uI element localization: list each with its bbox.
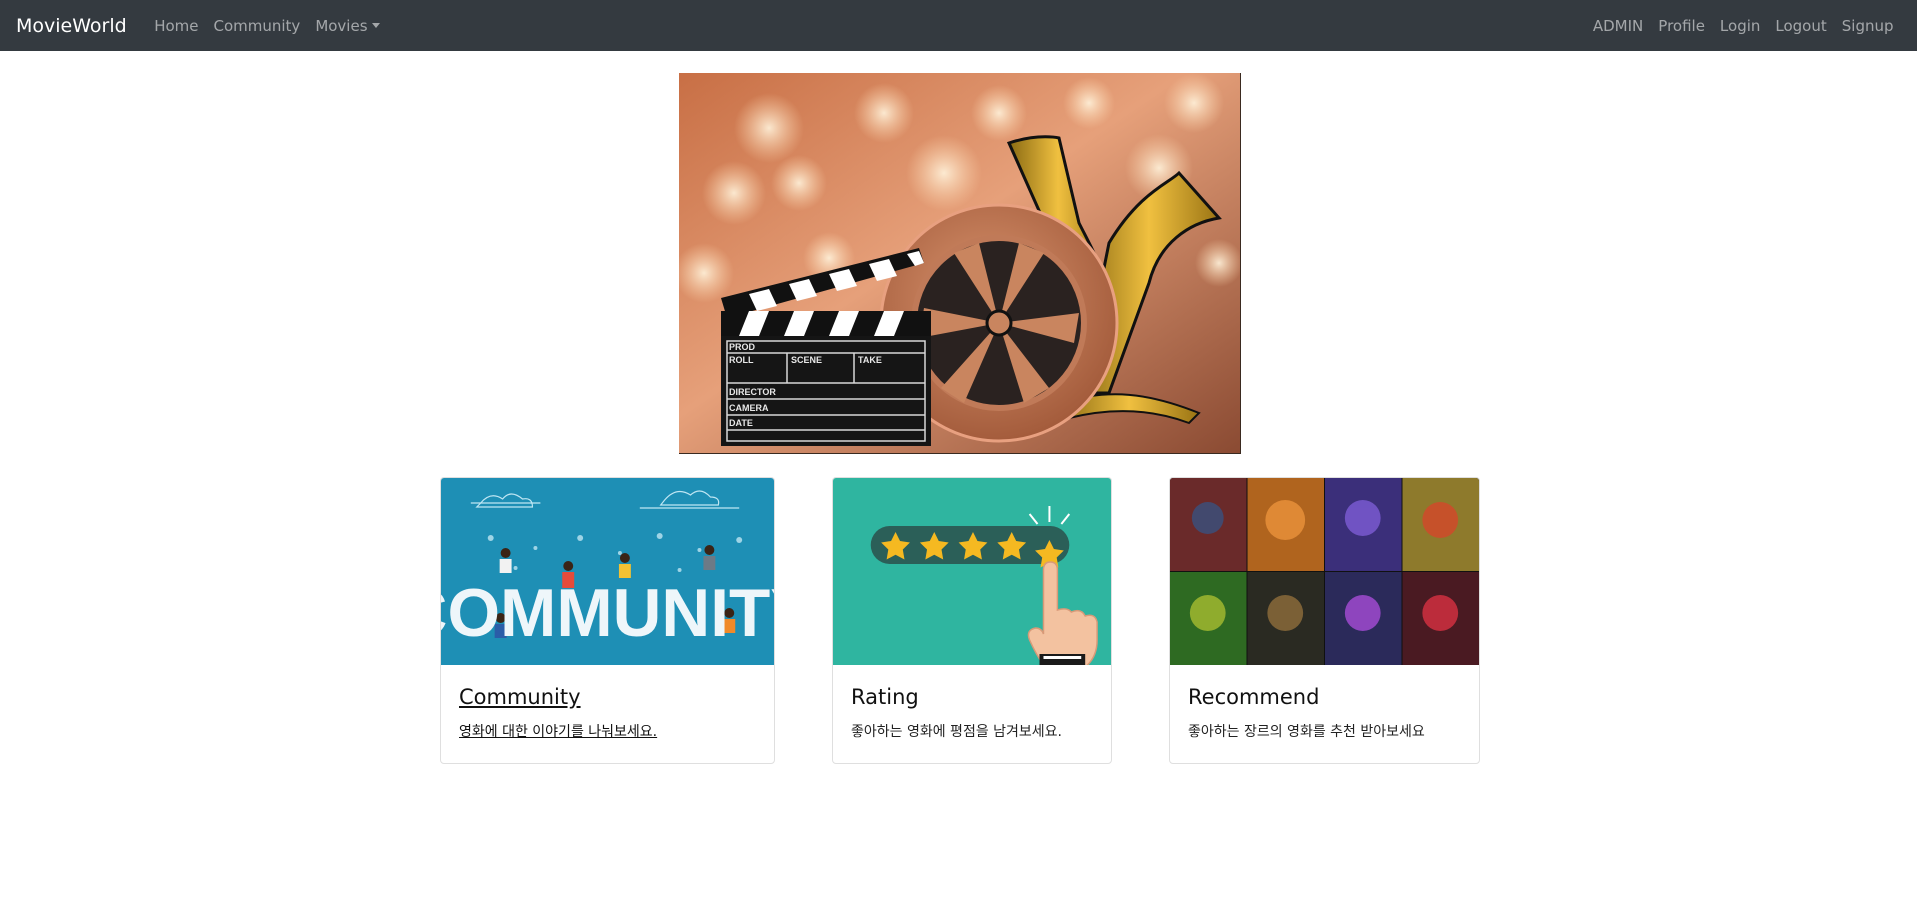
nav-right: ADMIN Profile Login Logout Signup: [1585, 17, 1901, 35]
rating-text: 좋아하는 영화에 평점을 남겨보세요.: [851, 724, 1062, 740]
card-recommend-body: Recommend 좋아하는 장르의 영화를 추천 받아보세요: [1170, 665, 1479, 761]
nav-signup-link[interactable]: Signup: [1834, 17, 1901, 35]
nav-left: Home Community Movies: [147, 17, 387, 35]
nav-logout-link[interactable]: Logout: [1768, 17, 1834, 35]
recommend-poster-grid: [1170, 478, 1479, 665]
slate-camera: CAMERA: [729, 403, 769, 413]
rating-title: Rating: [851, 685, 919, 709]
community-text-link[interactable]: 영화에 대한 이야기를 나눠보세요.: [459, 724, 657, 740]
card-community-body: Community 영화에 대한 이야기를 나눠보세요.: [441, 665, 774, 761]
community-image-text: COMMUNITY: [441, 576, 774, 651]
film-reel-illustration: PROD ROLL SCENE TAKE DIRECTOR CAMERA DAT…: [679, 73, 1240, 453]
community-image: COMMUNITY: [441, 478, 774, 665]
recommend-title: Recommend: [1188, 685, 1320, 709]
slate-date: DATE: [729, 418, 753, 428]
card-recommend: Recommend 좋아하는 장르의 영화를 추천 받아보세요: [1169, 477, 1480, 764]
recommend-text: 좋아하는 장르의 영화를 추천 받아보세요: [1188, 724, 1425, 740]
nav-home-link[interactable]: Home: [147, 17, 206, 35]
nav-movies-dropdown[interactable]: Movies: [308, 17, 387, 35]
slate-scene: SCENE: [791, 355, 822, 365]
nav-admin-link[interactable]: ADMIN: [1585, 17, 1650, 35]
caret-down-icon: [371, 22, 380, 28]
slate-roll: ROLL: [729, 355, 754, 365]
card-rating-body: Rating 좋아하는 영화에 평점을 남겨보세요.: [833, 665, 1111, 761]
card-rating: Rating 좋아하는 영화에 평점을 남겨보세요.: [832, 477, 1112, 764]
rating-image: [833, 478, 1111, 665]
nav-movies-label: Movies: [315, 16, 368, 35]
slate-prod: PROD: [729, 342, 756, 352]
slate-director: DIRECTOR: [729, 387, 776, 397]
navbar: MovieWorld Home Community Movies ADMIN P…: [0, 0, 1917, 51]
nav-community-link[interactable]: Community: [206, 17, 308, 35]
slate-take: TAKE: [858, 355, 882, 365]
card-community: COMMUNITY Community 영화에 대한 이야기를 나눠보세요.: [440, 477, 775, 764]
nav-login-link[interactable]: Login: [1712, 17, 1767, 35]
hero-image: PROD ROLL SCENE TAKE DIRECTOR CAMERA DAT…: [679, 73, 1241, 454]
community-title-link[interactable]: Community: [459, 685, 581, 709]
nav-profile-link[interactable]: Profile: [1651, 17, 1713, 35]
brand-link[interactable]: MovieWorld: [16, 15, 127, 37]
